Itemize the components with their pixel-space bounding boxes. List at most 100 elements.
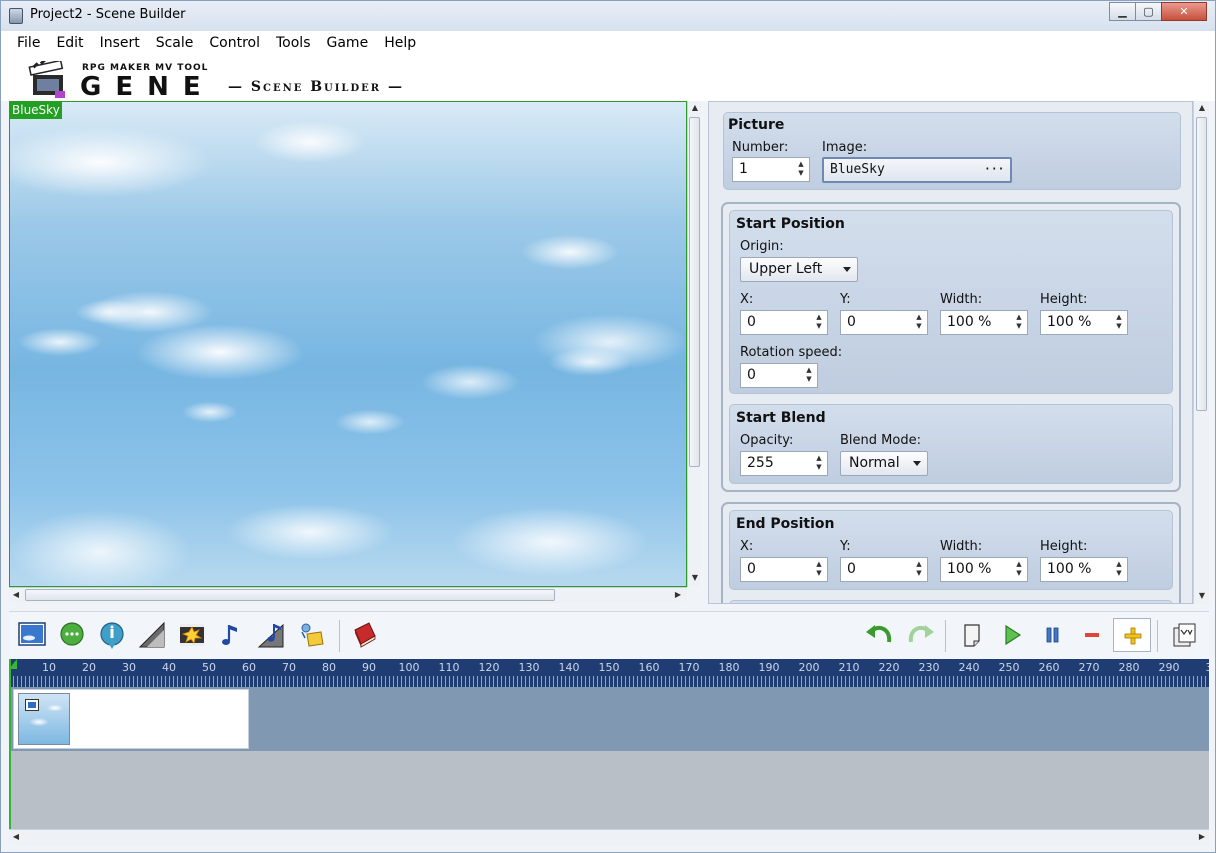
play-icon[interactable]: [997, 620, 1027, 650]
scroll-left-arrow-icon[interactable]: ◀: [9, 588, 23, 602]
timeline-clip-bluesky[interactable]: [13, 689, 249, 749]
start-height-spinner[interactable]: 100 % ▲ ▼: [1040, 310, 1128, 335]
start-y-value: 0: [847, 314, 856, 330]
music-note-icon[interactable]: [217, 620, 247, 650]
close-button[interactable]: ✕: [1161, 2, 1207, 21]
spinner-arrows-icon[interactable]: ▲ ▼: [814, 313, 824, 332]
menu-edit[interactable]: Edit: [48, 35, 91, 51]
start-width-spinner[interactable]: 100 % ▲ ▼: [940, 310, 1028, 335]
scroll-left-arrow-icon[interactable]: ◀: [9, 830, 23, 844]
start-blend-title: Start Blend: [736, 410, 826, 426]
spinner-arrows-icon[interactable]: ▲ ▼: [814, 560, 824, 579]
start-y-label: Y:: [840, 292, 851, 307]
menu-tools[interactable]: Tools: [268, 35, 319, 51]
scroll-down-arrow-icon[interactable]: ▼: [688, 571, 702, 585]
zoom-in-button[interactable]: [1113, 618, 1151, 652]
image-selector[interactable]: BlueSky ···: [822, 157, 1012, 183]
preview-hscroll-thumb[interactable]: [25, 589, 555, 601]
film-flash-icon[interactable]: [177, 620, 207, 650]
start-blend-group: Start Blend Opacity: 255 ▲ ▼ Blend Mode: …: [729, 404, 1173, 484]
ruler-labels: 10 20 30 40 50 60 70 80 90 100 110 120 130 140 150 160 1…: [9, 659, 1209, 676]
end-y-spinner[interactable]: 0 ▲ ▼: [840, 557, 928, 582]
ruler-label: 80: [322, 661, 336, 674]
ruler-label: 280: [1118, 661, 1140, 674]
start-x-spinner[interactable]: 0 ▲ ▼: [740, 310, 828, 335]
app-icon: [9, 8, 23, 24]
end-x-spinner[interactable]: 0 ▲ ▼: [740, 557, 828, 582]
ruler-label: 290: [1158, 661, 1180, 674]
menu-file[interactable]: File: [9, 35, 48, 51]
maximize-button[interactable]: ▢: [1135, 2, 1162, 21]
toolbar-separator: [945, 620, 946, 652]
end-blend-group: [729, 600, 1173, 603]
origin-value: Upper Left: [749, 261, 823, 277]
spinner-arrows-icon[interactable]: ▲ ▼: [1014, 560, 1024, 579]
menu-scale[interactable]: Scale: [148, 35, 202, 51]
export-mv-icon[interactable]: [1169, 620, 1199, 650]
preview-vscroll-thumb[interactable]: [689, 117, 700, 467]
preview-horizontal-scrollbar[interactable]: ◀ ▶: [9, 587, 687, 603]
playhead-line: [9, 659, 11, 829]
blend-mode-label: Blend Mode:: [840, 433, 921, 448]
preview-vertical-scrollbar[interactable]: ▲ ▼: [687, 101, 701, 587]
scroll-up-arrow-icon[interactable]: ▲: [1195, 101, 1209, 115]
scroll-up-arrow-icon[interactable]: ▲: [688, 101, 702, 115]
start-position-group: Start Position Origin: Upper Left X: 0 ▲…: [729, 210, 1173, 394]
scroll-right-arrow-icon[interactable]: ▶: [1195, 830, 1209, 844]
music-ramp-icon[interactable]: [257, 620, 287, 650]
info-drop-icon[interactable]: [97, 620, 127, 650]
scene-preview[interactable]: BlueSky: [9, 101, 687, 587]
ruler-label: 130: [518, 661, 540, 674]
spinner-arrows-icon[interactable]: ▲ ▼: [1114, 313, 1124, 332]
menu-help[interactable]: Help: [376, 35, 424, 51]
book-icon[interactable]: [349, 620, 379, 650]
origin-dropdown[interactable]: Upper Left: [740, 257, 858, 282]
window-controls: ▁ ▢ ✕: [1109, 2, 1207, 22]
pause-icon[interactable]: [1037, 620, 1067, 650]
ruler-label: 220: [878, 661, 900, 674]
ruler-label: 110: [438, 661, 460, 674]
picture-icon[interactable]: [17, 620, 47, 650]
minimize-button[interactable]: ▁: [1109, 2, 1136, 21]
blend-mode-dropdown[interactable]: Normal: [840, 451, 928, 476]
zoom-out-icon[interactable]: [1077, 620, 1107, 650]
ruler-label: 200: [798, 661, 820, 674]
start-width-value: 100 %: [947, 314, 992, 330]
spinner-arrows-icon[interactable]: ▲ ▼: [796, 160, 806, 179]
rotation-speed-spinner[interactable]: 0 ▲ ▼: [740, 363, 818, 388]
new-page-icon[interactable]: [957, 620, 987, 650]
spinner-arrows-icon[interactable]: ▲ ▼: [914, 560, 924, 579]
window-title: Project2 - Scene Builder: [30, 7, 186, 22]
menu-game[interactable]: Game: [319, 35, 377, 51]
start-frame: Start Position Origin: Upper Left X: 0 ▲…: [721, 202, 1181, 492]
speech-bubble-icon[interactable]: [57, 620, 87, 650]
zoom-in-icon: [1124, 627, 1142, 645]
properties-vertical-scrollbar[interactable]: ▲ ▼: [1193, 101, 1209, 604]
scroll-down-arrow-icon[interactable]: ▼: [1195, 589, 1209, 603]
opacity-spinner[interactable]: 255 ▲ ▼: [740, 451, 828, 476]
wipe-gradient-icon[interactable]: [137, 620, 167, 650]
end-x-label: X:: [740, 539, 754, 554]
start-y-spinner[interactable]: 0 ▲ ▼: [840, 310, 928, 335]
spinner-arrows-icon[interactable]: ▲ ▼: [814, 454, 824, 473]
timeline-horizontal-scrollbar[interactable]: ◀ ▶: [9, 829, 1209, 845]
spinner-arrows-icon[interactable]: ▲ ▼: [914, 313, 924, 332]
clip-thumbnail: [18, 693, 70, 745]
ruler-label: 230: [918, 661, 940, 674]
scroll-right-arrow-icon[interactable]: ▶: [671, 588, 685, 602]
end-height-spinner[interactable]: 100 % ▲ ▼: [1040, 557, 1128, 582]
menu-control[interactable]: Control: [201, 35, 268, 51]
timeline-ruler[interactable]: 10 20 30 40 50 60 70 80 90 100 110 120 130 140 150 160 1…: [9, 659, 1209, 687]
spinner-arrows-icon[interactable]: ▲ ▼: [1014, 313, 1024, 332]
properties-vscroll-thumb[interactable]: [1196, 117, 1207, 411]
spinner-arrows-icon[interactable]: ▲ ▼: [1114, 560, 1124, 579]
menu-insert[interactable]: Insert: [92, 35, 148, 51]
undo-icon[interactable]: [865, 620, 895, 650]
browse-ellipsis-button[interactable]: ···: [984, 159, 1006, 181]
end-width-spinner[interactable]: 100 % ▲ ▼: [940, 557, 1028, 582]
number-spinner[interactable]: 1 ▲ ▼: [732, 157, 810, 182]
redo-icon[interactable]: [905, 620, 935, 650]
sound-effect-icon[interactable]: [297, 620, 327, 650]
chevron-down-icon: [913, 461, 921, 466]
spinner-arrows-icon[interactable]: ▲ ▼: [804, 366, 814, 385]
